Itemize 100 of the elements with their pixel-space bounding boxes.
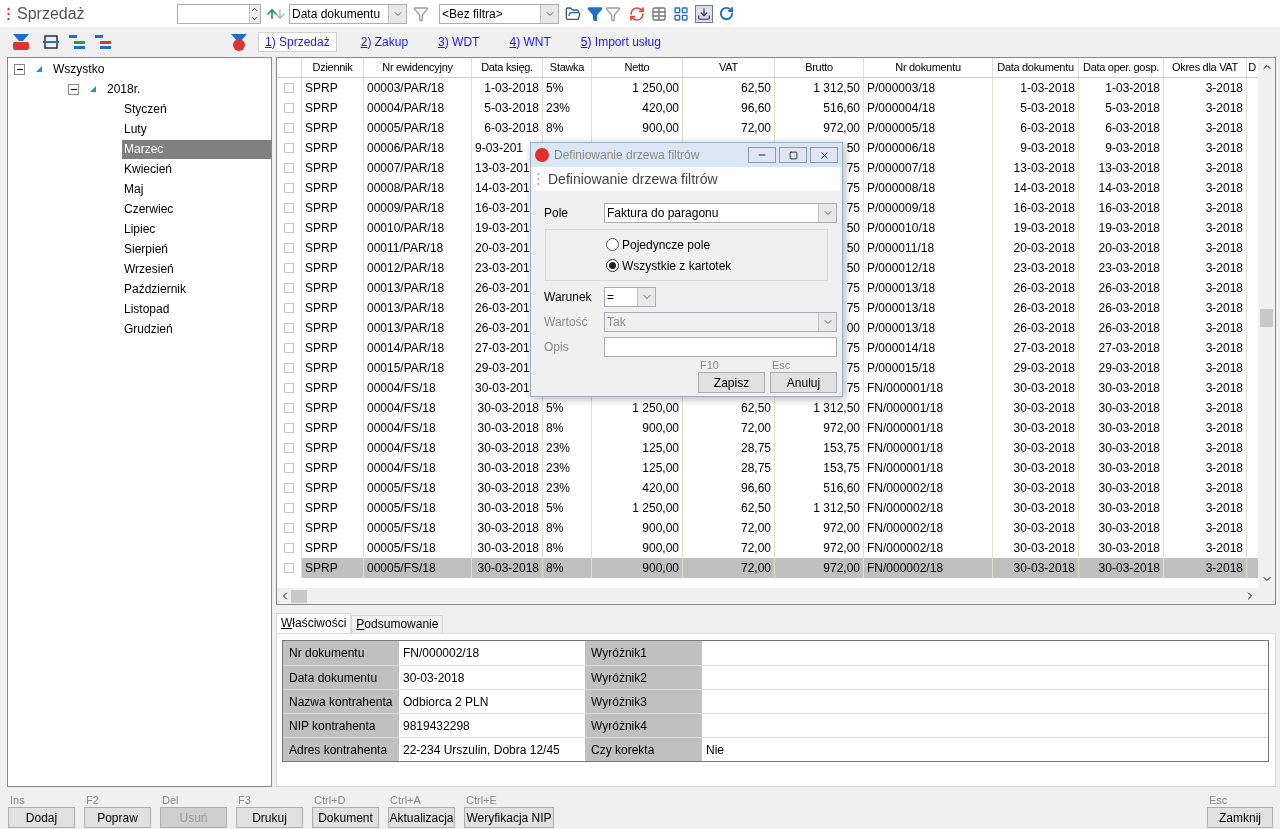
- number-field[interactable]: [177, 3, 261, 24]
- column-header[interactable]: Dziennik: [301, 58, 363, 77]
- scroll-thumb[interactable]: [1260, 309, 1273, 327]
- grid-row[interactable]: SPRP 00005/FS/18 30-03-2018 23% 420,00 96,60 516,60 FN/000002/18 30-03-2018 30-03-2018 3-2018: [277, 478, 1258, 498]
- grid-row[interactable]: SPRP 00005/FS/18 30-03-2018 5% 1 250,00 62,50 1 312,50 FN/000002/18 30-03-2018 30-03-2018 3-2018: [277, 498, 1258, 518]
- sort-direction-icon[interactable]: [265, 6, 287, 21]
- row-checkbox[interactable]: [284, 563, 294, 573]
- row-checkbox[interactable]: [284, 143, 294, 153]
- tree-item[interactable]: Kwiecień: [122, 159, 271, 179]
- tree-item[interactable]: Marzec: [122, 139, 271, 159]
- radio-option[interactable]: Wszystkie z kartotek: [606, 256, 827, 275]
- action-button[interactable]: Dodaj: [8, 807, 75, 828]
- maximize-button[interactable]: [779, 147, 807, 163]
- collapse-tree-icon[interactable]: [94, 34, 112, 50]
- register-tab[interactable]: 4) WNT: [503, 32, 557, 52]
- row-checkbox[interactable]: [284, 343, 294, 353]
- row-checkbox[interactable]: [284, 423, 294, 433]
- row-checkbox[interactable]: [284, 543, 294, 553]
- filter-wz-icon[interactable]: [12, 33, 30, 51]
- row-checkbox[interactable]: [284, 163, 294, 173]
- row-checkbox[interactable]: [284, 263, 294, 273]
- column-header[interactable]: Data oper. gosp.: [1078, 58, 1163, 77]
- column-header[interactable]: D: [1246, 58, 1257, 77]
- action-button[interactable]: Drukuj: [236, 807, 303, 828]
- tree-item[interactable]: Luty: [122, 119, 271, 139]
- register-tab[interactable]: 2) Zakup: [354, 32, 415, 52]
- table-icon[interactable]: [651, 5, 667, 22]
- column-header[interactable]: Nr ewidencyjny: [363, 58, 471, 77]
- close-button[interactable]: [810, 147, 838, 163]
- action-button[interactable]: Weryfikacja NIP: [464, 807, 554, 828]
- refresh-icon[interactable]: [629, 5, 645, 22]
- tree-item[interactable]: Październik: [122, 279, 271, 299]
- row-checkbox[interactable]: [284, 83, 294, 93]
- tree-item[interactable]: Maj: [122, 179, 271, 199]
- tree-item[interactable]: Grudzień: [122, 319, 271, 339]
- column-header[interactable]: Brutto: [774, 58, 863, 77]
- dialog-button[interactable]: Zapisz: [698, 372, 765, 393]
- filter-m-icon[interactable]: [230, 33, 248, 51]
- tree-item[interactable]: Lipiec: [122, 219, 271, 239]
- row-checkbox[interactable]: [284, 303, 294, 313]
- row-checkbox[interactable]: [284, 283, 294, 293]
- row-checkbox[interactable]: [284, 463, 294, 473]
- columns-icon[interactable]: [42, 34, 60, 50]
- row-checkbox[interactable]: [284, 443, 294, 453]
- grid-icon[interactable]: [673, 5, 689, 22]
- scroll-thumb[interactable]: [291, 589, 307, 603]
- tree-item[interactable]: 2018r.: [105, 79, 143, 99]
- grid-row[interactable]: SPRP 00003/PAR/18 1-03-2018 5% 1 250,00 62,50 1 312,50 P/000003/18 1-03-2018 1-03-2018 3-2018: [277, 78, 1258, 98]
- filter-icon[interactable]: [605, 5, 621, 22]
- row-checkbox[interactable]: [284, 243, 294, 253]
- description-field[interactable]: [604, 337, 837, 357]
- collapse-icon[interactable]: [14, 63, 25, 75]
- dialog-button[interactable]: Anuluj: [770, 372, 837, 393]
- row-checkbox[interactable]: [284, 123, 294, 133]
- filter-icon[interactable]: [587, 5, 603, 22]
- grid-row[interactable]: SPRP 00005/FS/18 30-03-2018 8% 900,00 72,00 972,00 FN/000002/18 30-03-2018 30-03-2018 3-2018: [277, 558, 1258, 578]
- expander-triangle-icon[interactable]: [35, 65, 43, 73]
- collapse-icon[interactable]: [68, 83, 79, 95]
- tree-item[interactable]: Czerwiec: [122, 199, 271, 219]
- row-checkbox[interactable]: [284, 363, 294, 373]
- column-header[interactable]: Netto: [591, 58, 682, 77]
- field-dropdown[interactable]: Faktura do paragonu: [604, 203, 837, 223]
- row-checkbox[interactable]: [284, 503, 294, 513]
- detail-tab[interactable]: Właściwości: [276, 613, 352, 633]
- row-checkbox[interactable]: [284, 483, 294, 493]
- column-header[interactable]: Stawka: [542, 58, 591, 77]
- action-button[interactable]: Aktualizacja: [388, 807, 455, 828]
- grid-row[interactable]: SPRP 00005/PAR/18 6-03-2018 8% 900,00 72,00 972,00 P/000005/18 6-03-2018 6-03-2018 3-2018: [277, 118, 1258, 138]
- reload-icon[interactable]: [719, 6, 734, 21]
- condition-dropdown[interactable]: =: [604, 287, 656, 307]
- grid-row[interactable]: SPRP 00004/FS/18 30-03-2018 23% 125,00 28,75 153,75 FN/000001/18 30-03-2018 30-03-2018 3-2018: [277, 458, 1258, 478]
- folder-icon[interactable]: [565, 5, 581, 22]
- column-header[interactable]: Data dokumentu: [992, 58, 1078, 77]
- register-tab[interactable]: 3) WDT: [432, 32, 486, 52]
- minimize-button[interactable]: [748, 147, 776, 163]
- vertical-scrollbar[interactable]: [1258, 58, 1275, 588]
- expand-tree-icon[interactable]: [68, 34, 86, 50]
- tree-item[interactable]: Wrzesień: [122, 259, 271, 279]
- tree-item[interactable]: Wszystko: [51, 59, 107, 79]
- column-header[interactable]: VAT: [682, 58, 774, 77]
- horizontal-scrollbar[interactable]: [277, 588, 1275, 604]
- action-button[interactable]: Popraw: [84, 807, 151, 828]
- grid-row[interactable]: SPRP 00005/FS/18 30-03-2018 8% 900,00 72,00 972,00 FN/000002/18 30-03-2018 30-03-2018 3-2018: [277, 518, 1258, 538]
- action-button[interactable]: Dokument: [312, 807, 379, 828]
- row-checkbox[interactable]: [284, 403, 294, 413]
- tree-item[interactable]: Styczeń: [122, 99, 271, 119]
- row-checkbox[interactable]: [284, 523, 294, 533]
- row-checkbox[interactable]: [284, 103, 294, 113]
- grid-row[interactable]: SPRP 00004/FS/18 30-03-2018 23% 125,00 28,75 153,75 FN/000001/18 30-03-2018 30-03-2018 3-2018: [277, 438, 1258, 458]
- register-tab[interactable]: 1) Sprzedaż: [258, 32, 337, 52]
- grid-row[interactable]: SPRP 00004/PAR/18 5-03-2018 23% 420,00 96,60 516,60 P/000004/18 5-03-2018 5-03-2018 3-2018: [277, 98, 1258, 118]
- filter-icon[interactable]: [413, 5, 429, 22]
- row-checkbox[interactable]: [284, 183, 294, 193]
- detail-tab[interactable]: Podsumowanie: [351, 615, 444, 633]
- grid-row[interactable]: SPRP 00004/FS/18 30-03-2018 8% 900,00 72,00 972,00 FN/000001/18 30-03-2018 30-03-2018 3-2018: [277, 418, 1258, 438]
- filter-dropdown[interactable]: <Bez filtra>: [439, 3, 559, 24]
- grid-row[interactable]: SPRP 00004/FS/18 30-03-2018 5% 1 250,00 62,50 1 312,50 FN/000001/18 30-03-2018 30-03-2018 3-2018: [277, 398, 1258, 418]
- row-checkbox[interactable]: [284, 383, 294, 393]
- row-checkbox[interactable]: [284, 203, 294, 213]
- expander-triangle-icon[interactable]: [89, 85, 97, 93]
